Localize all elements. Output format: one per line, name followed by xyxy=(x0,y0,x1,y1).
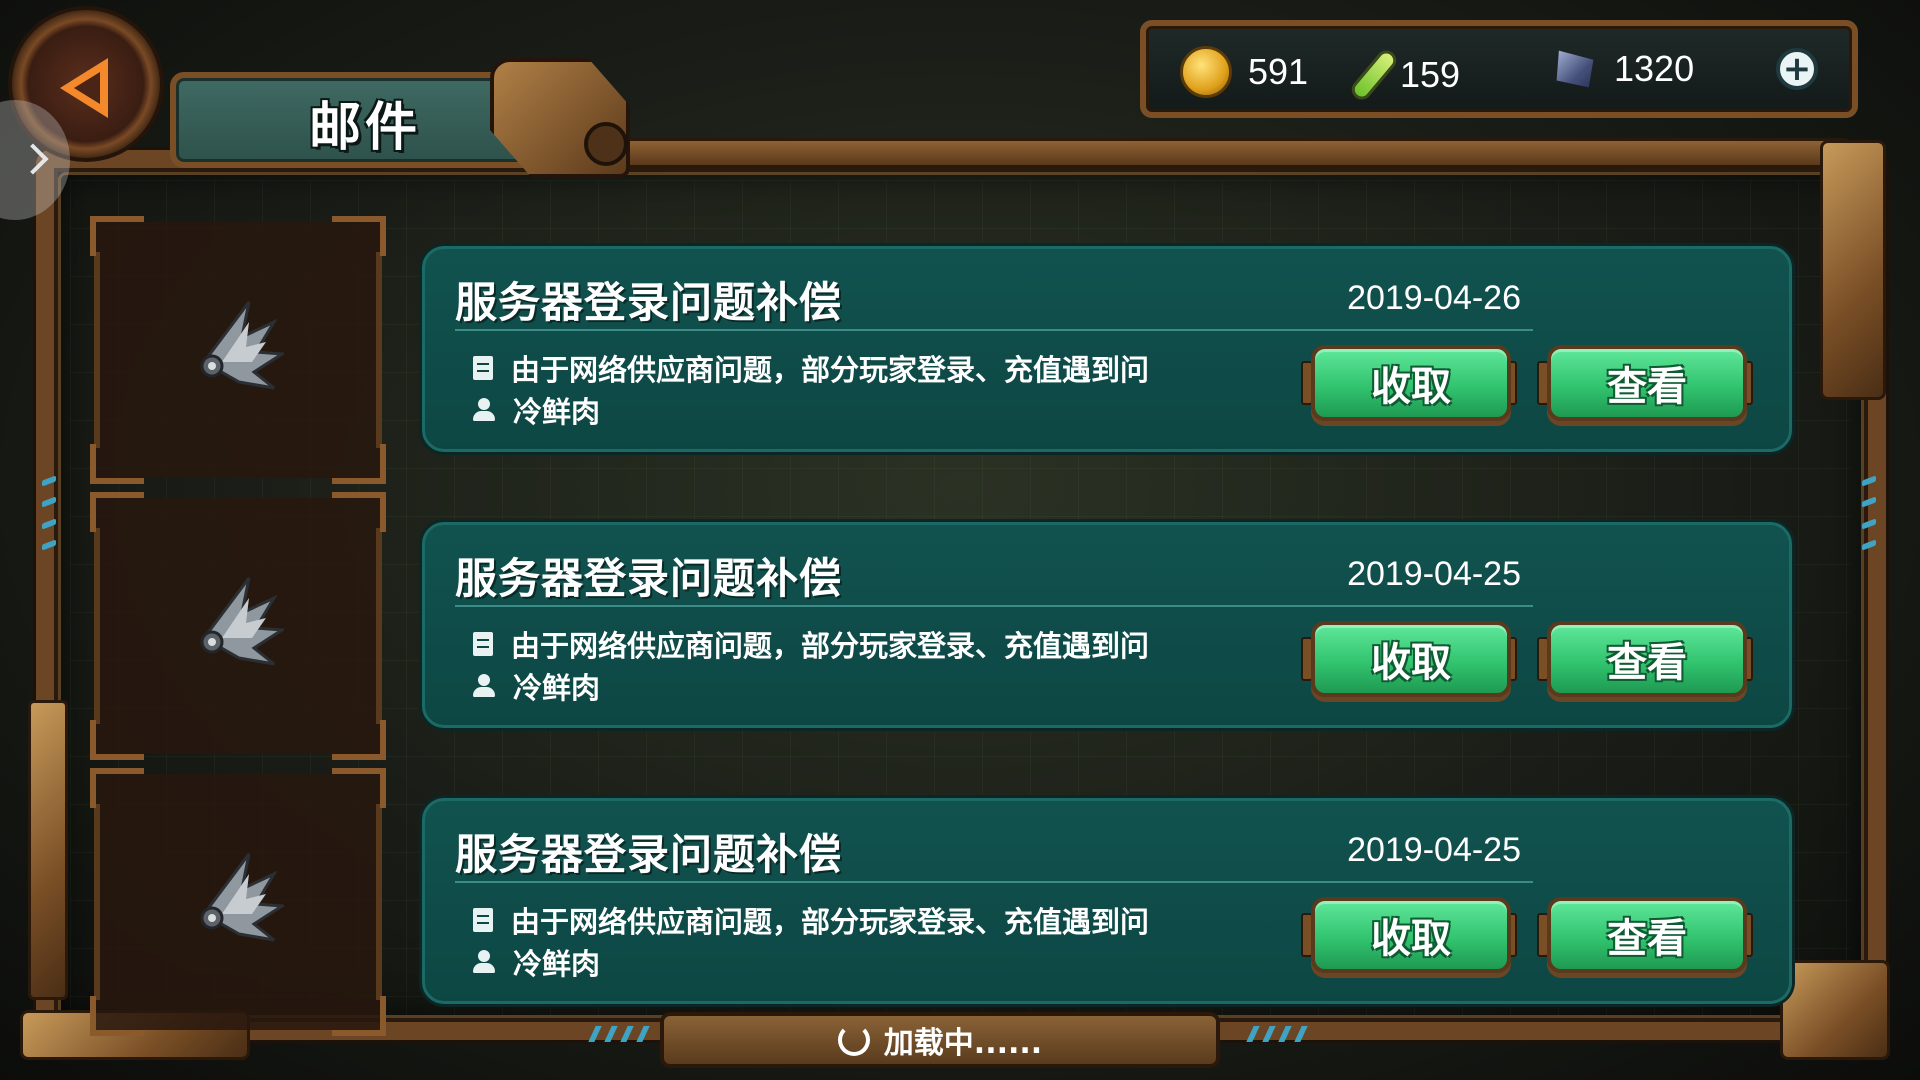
loading-spinner-icon xyxy=(837,1024,870,1056)
collect-button[interactable]: 收取 xyxy=(1311,621,1511,697)
mail-preview: 由于网络供应商问题，部分玩家登录、充值遇到问 xyxy=(473,347,1149,389)
currency-gold: 591 xyxy=(1180,46,1308,98)
mail-sender-name: 冷鲜肉 xyxy=(513,671,601,705)
side-dashes-left xyxy=(42,475,56,551)
document-icon xyxy=(473,632,493,656)
mail-sender: 冷鲜肉 xyxy=(473,941,600,983)
user-icon xyxy=(473,398,495,422)
frame-corner-top-right xyxy=(1820,140,1886,400)
mail-sender-name: 冷鲜肉 xyxy=(513,947,601,981)
mail-preview-text: 由于网络供应商问题，部分玩家登录、充值遇到问 xyxy=(511,905,1150,939)
page-title: 邮件 xyxy=(308,97,421,158)
frame-corner-bottom-right xyxy=(1780,960,1890,1060)
back-arrow-icon-inner xyxy=(74,72,100,104)
mail-card: 服务器登录问题补偿 2019-04-25 由于网络供应商问题，部分玩家登录、充值… xyxy=(422,798,1792,1004)
frame-corner-left-post xyxy=(28,700,68,1000)
crystal-icon xyxy=(1556,50,1594,88)
view-button[interactable]: 查看 xyxy=(1547,897,1747,973)
mail-title: 服务器登录问题补偿 xyxy=(455,278,843,327)
mail-icon-slot[interactable] xyxy=(90,492,386,760)
gold-coin-icon xyxy=(1180,46,1232,98)
mail-date: 2019-04-25 xyxy=(1347,555,1521,593)
collect-button[interactable]: 收取 xyxy=(1311,897,1511,973)
currency-crystal: 1320 xyxy=(1552,46,1694,92)
mail-card: 服务器登录问题补偿 2019-04-26 由于网络供应商问题，部分玩家登录、充值… xyxy=(422,246,1792,452)
mail-sender-name: 冷鲜肉 xyxy=(513,395,601,429)
mail-icon-slot[interactable] xyxy=(90,216,386,484)
mail-date: 2019-04-26 xyxy=(1347,279,1521,317)
collect-button[interactable]: 收取 xyxy=(1311,345,1511,421)
mail-divider xyxy=(455,605,1533,607)
mail-divider xyxy=(455,329,1533,331)
document-icon xyxy=(473,356,493,380)
loading-text: 加载中...... xyxy=(883,1026,1043,1061)
gear-bolt-icon xyxy=(584,122,628,166)
mail-sender: 冷鲜肉 xyxy=(473,665,600,707)
user-icon xyxy=(473,674,495,698)
mail-card: 服务器登录问题补偿 2019-04-25 由于网络供应商问题，部分玩家登录、充值… xyxy=(422,522,1792,728)
mail-icon-slot[interactable] xyxy=(90,768,386,1036)
mail-preview-text: 由于网络供应商问题，部分玩家登录、充值遇到问 xyxy=(511,353,1150,387)
mail-preview: 由于网络供应商问题，部分玩家登录、充值遇到问 xyxy=(473,623,1149,665)
potion-amount: 159 xyxy=(1400,54,1461,95)
mail-preview-text: 由于网络供应商问题，部分玩家登录、充值遇到问 xyxy=(511,629,1150,663)
bottom-dashes-right xyxy=(1246,1026,1308,1042)
mail-date: 2019-04-25 xyxy=(1347,831,1521,869)
mail-title: 服务器登录问题补偿 xyxy=(455,554,843,603)
wing-icon xyxy=(200,853,284,942)
crystal-amount: 1320 xyxy=(1614,48,1695,89)
mail-sender: 冷鲜肉 xyxy=(473,389,600,431)
bottom-dashes-left xyxy=(588,1026,650,1042)
mail-divider xyxy=(455,881,1533,883)
mail-preview: 由于网络供应商问题，部分玩家登录、充值遇到问 xyxy=(473,899,1149,941)
side-dashes-right xyxy=(1862,475,1876,551)
add-currency-button[interactable]: + xyxy=(1776,48,1818,90)
mail-title: 服务器登录问题补偿 xyxy=(455,830,843,879)
view-button[interactable]: 查看 xyxy=(1547,345,1747,421)
document-icon xyxy=(473,908,493,932)
currency-potion: 159 xyxy=(1347,46,1461,104)
wing-icon xyxy=(200,301,284,390)
user-icon xyxy=(473,950,495,974)
wing-icon xyxy=(200,577,284,666)
frame-top-bar xyxy=(600,138,1850,168)
gold-amount: 591 xyxy=(1248,51,1309,92)
loading-indicator: 加载中...... xyxy=(660,1012,1220,1068)
view-button[interactable]: 查看 xyxy=(1547,621,1747,697)
